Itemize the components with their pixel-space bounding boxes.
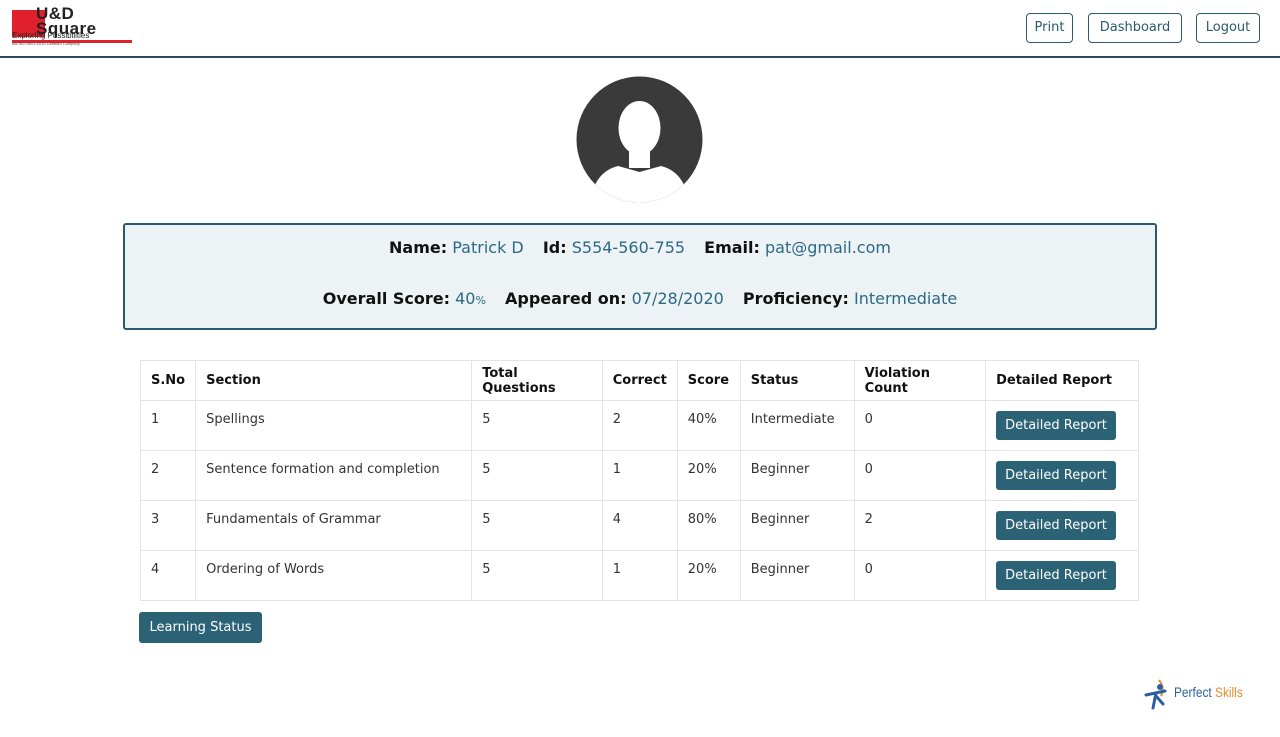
cell-correct: 2 — [601, 400, 678, 451]
table-row: 2 Sentence formation and completion 5 1 … — [139, 450, 1139, 501]
col-header-violation-count: Violation Count — [853, 360, 987, 401]
cell-violation-count: 0 — [853, 450, 987, 501]
candidate-score-line: Overall Score: 40% Appeared on: 07/28/20… — [125, 289, 1155, 308]
logo-fine-print: AN ISO 9001:2015 Certified Company — [12, 41, 80, 46]
cell-section: Spellings — [195, 400, 473, 451]
cell-total-questions: 5 — [471, 400, 603, 451]
section-results-table: S.No Section Total Questions Correct Sco… — [139, 360, 1139, 601]
cell-status: Intermediate — [739, 400, 855, 451]
appeared-on-date: 07/28/2020 — [631, 289, 724, 308]
cell-correct: 4 — [601, 500, 678, 551]
cell-section: Fundamentals of Grammar — [195, 500, 473, 551]
candidate-info-panel: Name: Patrick D Id: S554-560-755 Email: … — [123, 223, 1157, 330]
cell-score: 20% — [676, 550, 741, 601]
ud-square-logo[interactable]: U&D Square Exploring Possibilities AN IS… — [12, 5, 132, 46]
table-header-row: S.No Section Total Questions Correct Sco… — [139, 360, 1139, 401]
id-label: Id: — [542, 238, 567, 257]
cell-score: 80% — [676, 500, 741, 551]
cell-status: Beginner — [739, 550, 855, 601]
logo-tagline: Exploring Possibilities — [12, 31, 90, 40]
cell-detailed-report: Detailed Report — [985, 500, 1139, 551]
dashboard-button[interactable]: Dashboard — [1088, 13, 1182, 43]
learning-status-button[interactable]: Learning Status — [139, 612, 262, 643]
cell-total-questions: 5 — [471, 450, 603, 501]
detailed-report-button[interactable]: Detailed Report — [996, 561, 1116, 590]
proficiency-label: Proficiency: — [742, 289, 849, 308]
table-row: 1 Spellings 5 2 40% Intermediate 0 Detai… — [139, 400, 1139, 451]
candidate-identity-line: Name: Patrick D Id: S554-560-755 Email: … — [125, 238, 1155, 257]
overall-score-label: Overall Score: — [322, 289, 451, 308]
cell-detailed-report: Detailed Report — [985, 400, 1139, 451]
candidate-name: Patrick D — [452, 238, 524, 257]
cell-sno: 4 — [139, 550, 197, 601]
table-row: 3 Fundamentals of Grammar 5 4 80% Beginn… — [139, 500, 1139, 551]
proficiency-value: Intermediate — [854, 289, 958, 308]
name-label: Name: — [389, 238, 448, 257]
table-row: 4 Ordering of Words 5 1 20% Beginner 0 D… — [139, 550, 1139, 601]
col-header-status: Status — [739, 360, 855, 401]
cell-status: Beginner — [739, 500, 855, 551]
email-label: Email: — [704, 238, 760, 257]
user-silhouette-icon — [576, 76, 703, 203]
cell-detailed-report: Detailed Report — [985, 450, 1139, 501]
print-button[interactable]: Print — [1026, 13, 1073, 43]
cell-score: 20% — [676, 450, 741, 501]
wordmark-skills: Skills — [1215, 684, 1243, 700]
candidate-id: S554-560-755 — [571, 238, 686, 257]
overall-score-value: 40 — [455, 289, 476, 308]
cell-violation-count: 2 — [853, 500, 987, 551]
wordmark-perfect: Perfect — [1174, 684, 1212, 700]
col-header-detailed-report: Detailed Report — [985, 360, 1139, 401]
cell-score: 40% — [676, 400, 741, 451]
cell-correct: 1 — [601, 450, 678, 501]
col-header-total-questions: Total Questions — [471, 360, 603, 401]
candidate-email: pat@gmail.com — [765, 238, 891, 257]
cell-total-questions: 5 — [471, 500, 603, 551]
col-header-sno: S.No — [139, 360, 197, 401]
cell-sno: 3 — [139, 500, 197, 551]
detailed-report-button[interactable]: Detailed Report — [996, 511, 1116, 540]
col-header-section: Section — [195, 360, 473, 401]
cell-total-questions: 5 — [471, 550, 603, 601]
top-header: U&D Square Exploring Possibilities AN IS… — [0, 0, 1280, 58]
cell-section: Ordering of Words — [195, 550, 473, 601]
perfect-skills-logo: Perfect Skills — [1143, 678, 1255, 712]
cell-section: Sentence formation and completion — [195, 450, 473, 501]
detailed-report-button[interactable]: Detailed Report — [996, 411, 1116, 440]
cell-sno: 2 — [139, 450, 197, 501]
cell-violation-count: 0 — [853, 400, 987, 451]
cell-sno: 1 — [139, 400, 197, 451]
cell-status: Beginner — [739, 450, 855, 501]
logout-button[interactable]: Logout — [1196, 13, 1260, 43]
col-header-score: Score — [676, 360, 741, 401]
appeared-on-label: Appeared on: — [505, 289, 627, 308]
perfect-skills-wordmark: Perfect Skills — [1174, 684, 1243, 700]
detailed-report-button[interactable]: Detailed Report — [996, 461, 1116, 490]
cell-correct: 1 — [601, 550, 678, 601]
overall-score-unit: % — [475, 294, 486, 307]
col-header-correct: Correct — [601, 360, 678, 401]
cell-violation-count: 0 — [853, 550, 987, 601]
cell-detailed-report: Detailed Report — [985, 550, 1139, 601]
runner-logo-icon — [1144, 679, 1167, 710]
